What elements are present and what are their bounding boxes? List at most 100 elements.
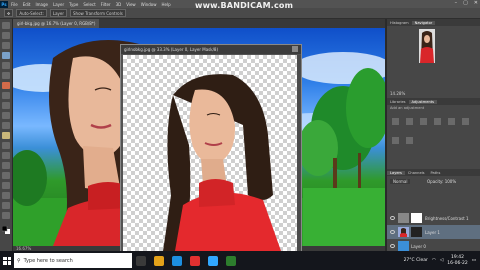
move-tool-icon[interactable]: ✥ <box>4 9 14 17</box>
task-view-icon[interactable] <box>136 255 146 266</box>
menu-help[interactable]: Help <box>161 2 170 7</box>
layer-name: Layer 0 <box>411 243 426 249</box>
zoom-tool-icon[interactable] <box>2 212 10 219</box>
adjustment-layer-icon <box>398 213 409 223</box>
maximize-button[interactable]: ▢ <box>463 0 468 6</box>
layer-name: Layer 1 <box>425 229 440 235</box>
clock[interactable]: 19:42 16-06-22 <box>447 255 467 267</box>
visibility-eye-icon[interactable] <box>390 244 395 248</box>
taskbar-search-input[interactable]: ⚲ Type here to search <box>14 253 132 268</box>
system-tray: 27°C Clear ◠ ◁ 19:42 16-06-22 ▭ <box>404 251 476 270</box>
brush-tool-icon[interactable] <box>2 92 10 99</box>
edge-browser-icon[interactable] <box>172 255 182 266</box>
menu-select[interactable]: Select <box>83 2 95 7</box>
document-tab[interactable]: girl-bkg.jpg @ 16.7% (Layer 0, RGB/8*) <box>13 19 100 28</box>
quick-select-tool-icon[interactable] <box>2 52 10 59</box>
menu-layer[interactable]: Layer <box>53 2 64 7</box>
hue-saturation-icon[interactable] <box>462 118 470 125</box>
exposure-icon[interactable] <box>434 118 442 125</box>
right-panels: Histogram Navigator 14.28% Libraries Adj… <box>386 19 480 251</box>
navigator-tabs: Histogram Navigator <box>387 19 480 26</box>
hand-tool-icon[interactable] <box>2 202 10 209</box>
file-explorer-icon[interactable] <box>154 255 164 266</box>
dodge-tool-icon[interactable] <box>2 152 10 159</box>
minimize-button[interactable]: – <box>455 0 458 6</box>
search-placeholder: Type here to search <box>23 257 73 264</box>
layer-thumbnail <box>398 241 409 251</box>
tab-channels[interactable]: Channels <box>405 171 428 175</box>
app-taskbar-icon[interactable] <box>226 255 236 266</box>
notifications-icon[interactable]: ▭ <box>472 258 476 263</box>
document-tab-strip: girl-bkg.jpg @ 16.7% (Layer 0, RGB/8*) <box>13 19 385 28</box>
layer-thumbnail-image <box>398 227 409 237</box>
menu-3d[interactable]: 3D <box>116 2 122 7</box>
opacity-field[interactable]: Opacity: 100% <box>427 179 456 184</box>
layer-mask-thumbnail[interactable] <box>411 213 422 223</box>
history-brush-tool-icon[interactable] <box>2 112 10 119</box>
clock-date: 16-06-22 <box>447 260 468 266</box>
window-controls: – ▢ ✕ <box>455 0 478 6</box>
menu-edit[interactable]: Edit <box>23 2 31 7</box>
brightness-icon[interactable] <box>392 118 399 125</box>
network-icon[interactable]: ◠ <box>432 258 436 263</box>
bandicam-icon[interactable] <box>190 255 200 266</box>
lasso-tool-icon[interactable] <box>2 42 10 49</box>
menu-file[interactable]: File <box>11 2 18 7</box>
pen-tool-icon[interactable] <box>2 162 10 169</box>
layers-tabs: Layers Channels Paths <box>387 169 480 176</box>
transparent-canvas[interactable] <box>123 55 299 251</box>
navigator-thumbnail[interactable] <box>419 29 435 63</box>
tab-libraries[interactable]: Libraries <box>387 100 409 104</box>
close-button[interactable]: ✕ <box>474 0 478 6</box>
path-select-tool-icon[interactable] <box>2 182 10 189</box>
type-tool-icon[interactable] <box>2 172 10 179</box>
layer-mask-thumbnail[interactable] <box>411 227 422 237</box>
clone-stamp-tool-icon[interactable] <box>2 102 10 109</box>
shape-tool-icon[interactable] <box>2 192 10 199</box>
adjustments-hint: Add an adjustment <box>390 106 425 110</box>
curves-icon[interactable] <box>420 118 428 125</box>
layer-row-selected[interactable]: Layer 1 <box>387 225 480 239</box>
volume-icon[interactable]: ◁ <box>440 258 443 263</box>
floating-document-scrollbar[interactable] <box>297 55 301 251</box>
close-icon[interactable] <box>292 46 298 52</box>
tab-adjustments[interactable]: Adjustments <box>408 99 438 104</box>
black-white-icon[interactable] <box>406 137 414 144</box>
move-tool-icon[interactable] <box>2 22 10 29</box>
adjustments-tabs: Libraries Adjustments <box>387 98 480 105</box>
visibility-eye-icon[interactable] <box>390 230 395 234</box>
layer-row[interactable]: Brightness/Contrast 1 <box>387 211 480 225</box>
menu-view[interactable]: View <box>126 2 136 7</box>
gradient-tool-icon[interactable] <box>2 132 10 139</box>
eyedropper-tool-icon[interactable] <box>2 72 10 79</box>
photoshop-taskbar-icon[interactable] <box>208 255 218 266</box>
navigator-zoom[interactable]: 14.28% <box>390 91 405 96</box>
healing-brush-tool-icon[interactable] <box>2 82 10 89</box>
photoshop-logo: Ps <box>0 0 8 8</box>
tab-layers[interactable]: Layers <box>387 170 405 175</box>
blend-mode-dropdown[interactable]: Normal <box>390 179 411 184</box>
floating-document-title[interactable]: girlnobkg.jpg @ 33.3% (Layer 0, Layer Ma… <box>121 45 301 54</box>
start-button[interactable] <box>0 251 14 270</box>
menu-type[interactable]: Type <box>69 2 78 7</box>
tab-histogram[interactable]: Histogram <box>387 21 412 25</box>
tab-navigator[interactable]: Navigator <box>411 20 436 25</box>
vibrance-icon[interactable] <box>448 118 456 125</box>
color-balance-icon[interactable] <box>392 137 399 144</box>
tab-paths[interactable]: Paths <box>428 171 444 175</box>
foreground-background-color-icon[interactable] <box>2 226 10 234</box>
menu-image[interactable]: Image <box>35 2 48 7</box>
marquee-tool-icon[interactable] <box>2 32 10 39</box>
menu-window[interactable]: Window <box>141 2 157 7</box>
weather-status[interactable]: 27°C Clear <box>404 258 428 263</box>
visibility-eye-icon[interactable] <box>390 216 395 220</box>
auto-select-dropdown[interactable]: Layer <box>49 9 68 17</box>
floating-document-window[interactable]: girlnobkg.jpg @ 33.3% (Layer 0, Layer Ma… <box>120 44 302 254</box>
layer-name: Brightness/Contrast 1 <box>425 215 469 221</box>
menu-filter[interactable]: Filter <box>101 2 111 7</box>
crop-tool-icon[interactable] <box>2 62 10 69</box>
show-transform-checkbox[interactable]: Show Transform Controls <box>70 9 126 17</box>
levels-icon[interactable] <box>406 118 414 125</box>
eraser-tool-icon[interactable] <box>2 122 10 129</box>
blur-tool-icon[interactable] <box>2 142 10 149</box>
